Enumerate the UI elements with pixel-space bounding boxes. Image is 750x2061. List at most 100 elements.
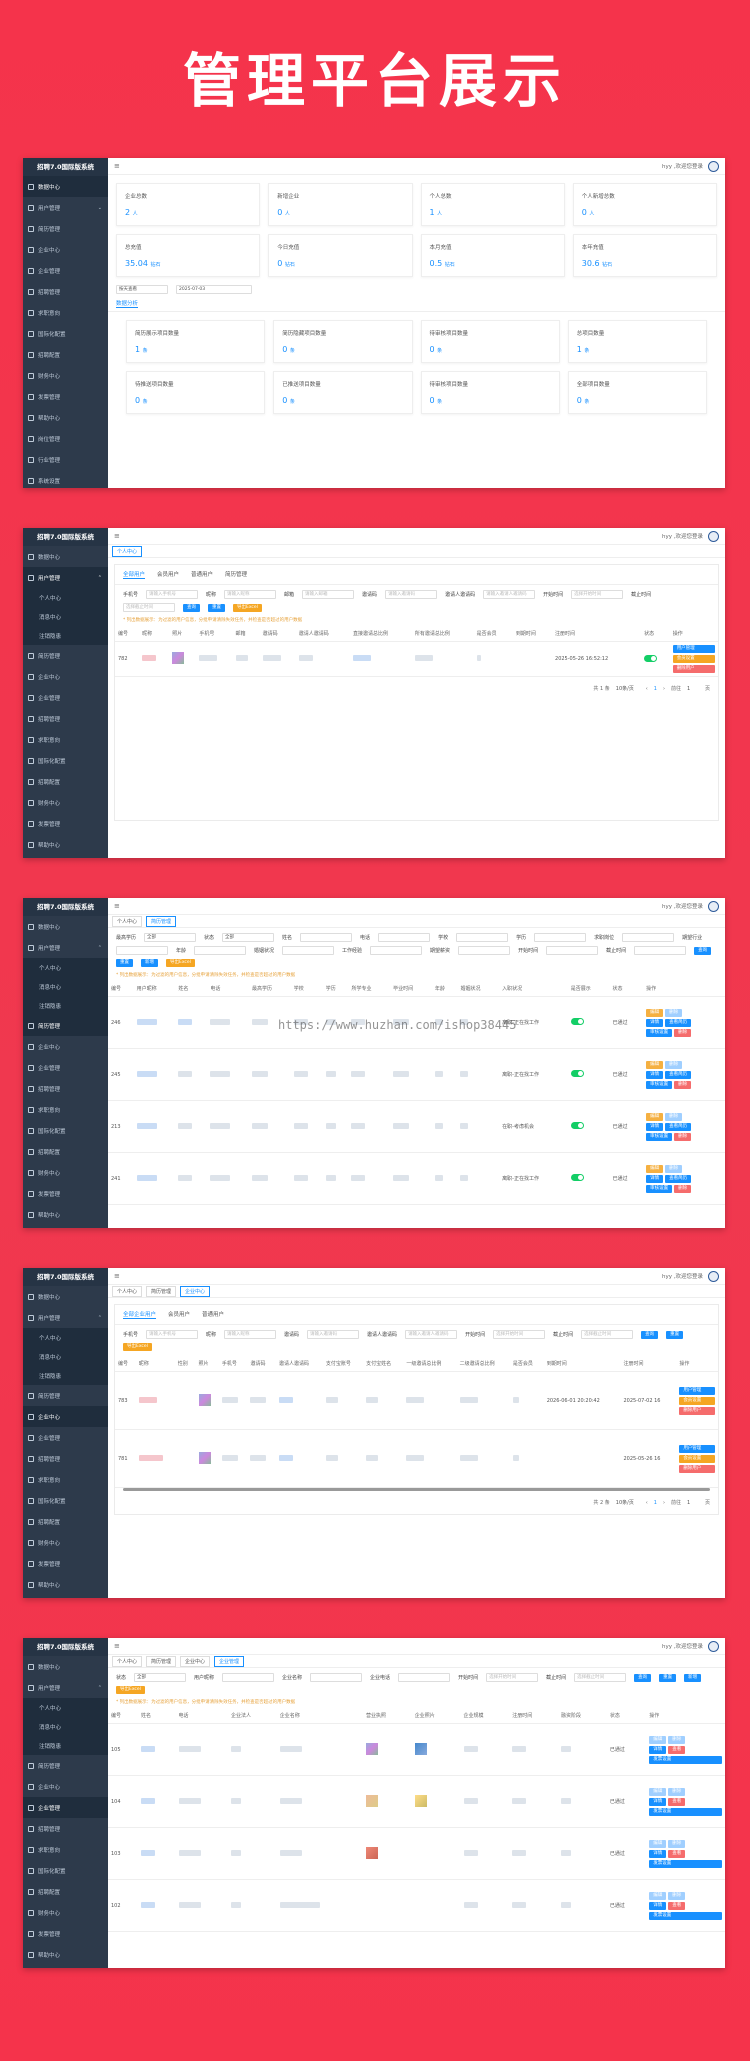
- export-button[interactable]: 导出Excel: [233, 603, 262, 612]
- submenu-item[interactable]: 消息中心: [23, 607, 108, 626]
- menu-item[interactable]: 招聘配置: [23, 344, 108, 365]
- filter-input[interactable]: 请输入邮箱: [302, 590, 355, 599]
- edit-button[interactable]: 编辑: [646, 1164, 664, 1173]
- menu-item[interactable]: 招聘配置: [23, 1141, 108, 1162]
- view-button[interactable]: 查看: [668, 1797, 686, 1806]
- tag-item[interactable]: 简历管理: [146, 1655, 177, 1667]
- edit-button[interactable]: 编辑: [646, 1008, 664, 1017]
- submenu-item[interactable]: 个人中心: [23, 958, 108, 977]
- tag-item[interactable]: 个人中心: [112, 1655, 143, 1667]
- filter-input[interactable]: 选择截止时间: [123, 603, 175, 612]
- query-button[interactable]: 查询: [634, 1673, 652, 1682]
- edit-button[interactable]: 编辑: [649, 1787, 667, 1796]
- invoice-settings-button[interactable]: 发票设置: [649, 1911, 722, 1920]
- vip-settings-button[interactable]: 会员设置: [679, 1396, 715, 1405]
- edit-button[interactable]: 编辑: [649, 1735, 667, 1744]
- avatar[interactable]: [708, 530, 719, 542]
- menu-item[interactable]: 用户管理 ⌄: [23, 197, 108, 218]
- menu-item[interactable]: 岗位管理: [23, 428, 108, 449]
- edit-button[interactable]: 编辑: [649, 1839, 667, 1848]
- menu-item[interactable]: 企业管理: [23, 1427, 108, 1448]
- menu-item[interactable]: 数据中心: [23, 1286, 108, 1307]
- submenu-item[interactable]: 消息中心: [23, 977, 108, 996]
- tab[interactable]: 普通用户: [202, 1310, 224, 1319]
- menu-item[interactable]: 招聘配置: [23, 771, 108, 792]
- view-button[interactable]: 查看: [668, 1849, 686, 1858]
- show-toggle[interactable]: [570, 1018, 584, 1025]
- page-number[interactable]: 1: [654, 686, 657, 692]
- view-resume-button[interactable]: 查看简历: [665, 1018, 692, 1027]
- filter-input[interactable]: [534, 933, 587, 942]
- reset-button[interactable]: 重置: [659, 1673, 677, 1682]
- tab[interactable]: 会员用户: [168, 1310, 190, 1319]
- filter-input[interactable]: 选择开始时间: [493, 1330, 546, 1339]
- menu-item[interactable]: 国际化配置: [23, 1120, 108, 1141]
- menu-item[interactable]: 财务中心: [23, 1532, 108, 1553]
- detail-button[interactable]: 详情: [649, 1745, 667, 1754]
- period-select[interactable]: 按天查看: [116, 285, 168, 294]
- filter-input[interactable]: [222, 1673, 275, 1682]
- add-button[interactable]: 新增: [684, 1673, 702, 1682]
- menu-item[interactable]: 帮助中心: [23, 1944, 108, 1965]
- page-size-select[interactable]: 10条/页: [616, 685, 640, 692]
- filter-select[interactable]: 全部: [144, 933, 197, 942]
- submenu-item[interactable]: 消息中心: [23, 1717, 108, 1736]
- hamburger-icon[interactable]: ≡: [114, 1642, 120, 1650]
- hamburger-icon[interactable]: ≡: [114, 902, 120, 910]
- submenu-item[interactable]: 个人中心: [23, 1698, 108, 1717]
- submenu-item[interactable]: 注销隐患: [23, 996, 108, 1015]
- filter-input[interactable]: 请输入邀请人邀请码: [483, 590, 536, 599]
- menu-item[interactable]: 用户管理 ⌃: [23, 1307, 108, 1328]
- menu-item[interactable]: 企业管理: [23, 1797, 108, 1818]
- submenu-item[interactable]: 注销隐患: [23, 626, 108, 645]
- prev-icon[interactable]: ‹: [646, 1500, 648, 1506]
- menu-item[interactable]: 数据中心: [23, 916, 108, 937]
- submenu-item[interactable]: 个人中心: [23, 1328, 108, 1347]
- menu-item[interactable]: 招聘管理: [23, 1448, 108, 1469]
- delete-button[interactable]: 删除: [665, 1008, 683, 1017]
- view-resume-button[interactable]: 查看简历: [665, 1070, 692, 1079]
- avatar[interactable]: [708, 160, 719, 172]
- show-toggle[interactable]: [570, 1174, 584, 1181]
- page-number[interactable]: 1: [654, 1500, 657, 1506]
- tab[interactable]: 全部用户: [123, 570, 146, 579]
- menu-item[interactable]: 简历管理: [23, 645, 108, 666]
- menu-item[interactable]: 招聘配置: [23, 1881, 108, 1902]
- next-icon[interactable]: ›: [663, 1500, 665, 1506]
- filter-input[interactable]: 请输入邀请码: [385, 590, 438, 599]
- menu-item[interactable]: 数据中心: [23, 176, 108, 197]
- menu-item[interactable]: 简历管理: [23, 218, 108, 239]
- detail-button[interactable]: 详情: [649, 1797, 667, 1806]
- filter-input[interactable]: [370, 946, 423, 955]
- menu-item[interactable]: 国际化配置: [23, 323, 108, 344]
- menu-item[interactable]: 招聘配置: [23, 1511, 108, 1532]
- menu-item[interactable]: 企业中心: [23, 239, 108, 260]
- query-button[interactable]: 查询: [183, 603, 200, 612]
- menu-item[interactable]: 求职意向: [23, 1099, 108, 1120]
- filter-input[interactable]: [634, 946, 687, 955]
- filter-input[interactable]: [456, 933, 509, 942]
- menu-item[interactable]: 企业中心: [23, 1776, 108, 1797]
- review-button[interactable]: 审核设置: [646, 1132, 673, 1141]
- tag-item[interactable]: 企业中心: [180, 1285, 211, 1297]
- menu-item[interactable]: 企业管理: [23, 260, 108, 281]
- detail-button[interactable]: 详情: [649, 1849, 667, 1858]
- detail-button[interactable]: 详情: [649, 1901, 667, 1910]
- menu-item[interactable]: 国际化配置: [23, 750, 108, 771]
- menu-item[interactable]: 用户管理 ⌃: [23, 1677, 108, 1698]
- date-picker[interactable]: 2025-07-03: [176, 285, 252, 294]
- edit-button[interactable]: 编辑: [649, 1891, 667, 1900]
- query-button[interactable]: 查询: [641, 1330, 659, 1339]
- menu-item[interactable]: 招聘管理: [23, 1818, 108, 1839]
- prev-icon[interactable]: ‹: [646, 686, 648, 692]
- detail-button[interactable]: 详情: [646, 1070, 664, 1079]
- menu-item[interactable]: 帮助中心: [23, 1204, 108, 1225]
- menu-item[interactable]: 财务中心: [23, 1902, 108, 1923]
- show-toggle[interactable]: [570, 1122, 584, 1129]
- detail-button[interactable]: 详情: [646, 1018, 664, 1027]
- filter-input[interactable]: 选择截止时间: [581, 1330, 634, 1339]
- menu-item[interactable]: 帮助中心: [23, 834, 108, 855]
- menu-item[interactable]: 招聘管理: [23, 281, 108, 302]
- tab[interactable]: 简历管理: [225, 570, 247, 579]
- status-toggle[interactable]: [644, 654, 658, 662]
